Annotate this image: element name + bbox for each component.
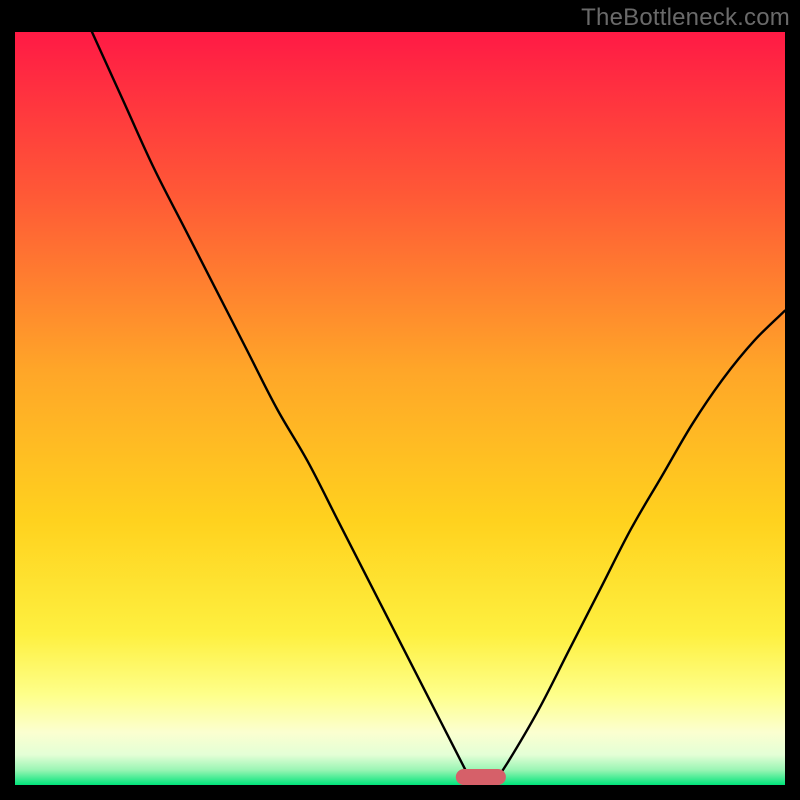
watermark-text: TheBottleneck.com [581,4,790,32]
bottleneck-chart [15,32,785,785]
chart-frame: TheBottleneck.com [0,0,800,800]
gradient-background [15,32,785,785]
bottleneck-marker [456,769,506,785]
